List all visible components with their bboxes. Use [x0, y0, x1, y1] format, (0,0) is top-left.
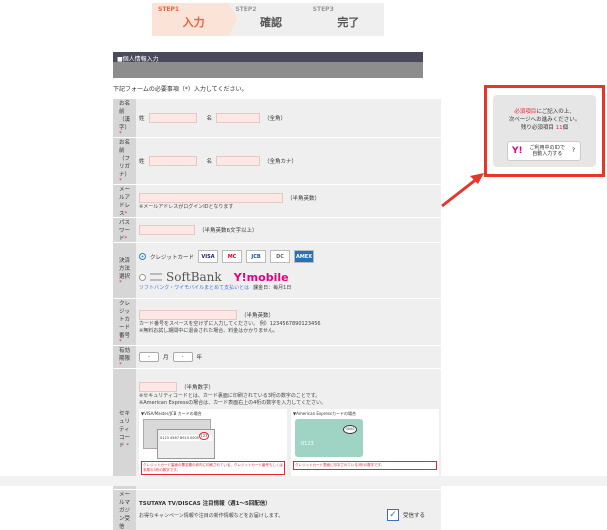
- label-name-kanji: お名前（漢字） *: [113, 99, 136, 138]
- name-kana-mei-input[interactable]: [216, 156, 260, 166]
- expiry-month-suffix: 月: [163, 353, 169, 361]
- help-icon[interactable]: ?: [572, 148, 575, 154]
- amex-code-highlight: 0000: [343, 425, 357, 434]
- guide-visa-title: ▼VISA/Master/JCB カードの場合: [141, 411, 285, 417]
- name-kanji-note: （全角）: [264, 114, 286, 122]
- step-1-label: 入力: [158, 14, 229, 30]
- popup-line3: 残り必須項目: [521, 125, 554, 131]
- guide-amex-title: ▼American Expressカードの場合: [293, 411, 437, 417]
- registration-form: お名前（漢字） * 姓 名 （全角） お名前（フリガナ） * 姓 名 （全角カナ…: [113, 98, 441, 530]
- step-2-num: STEP2: [235, 6, 306, 13]
- bottom-bar: [0, 476, 607, 486]
- newsletter-checkbox[interactable]: ✓: [387, 509, 399, 521]
- step-indicator: STEP1 入力 STEP2 確認 STEP3 完了: [152, 3, 384, 36]
- step-3: STEP3 完了: [307, 3, 384, 36]
- popup-line2: 次ページへお進みください。: [493, 116, 596, 124]
- password-note: （半角英数6文字以上）: [199, 226, 258, 234]
- card-number-input[interactable]: [139, 310, 237, 320]
- arrow-icon: [438, 170, 488, 210]
- password-input[interactable]: [139, 225, 195, 235]
- label-security: セキュリティコード *: [113, 369, 136, 490]
- expiry-year-suffix: 年: [197, 353, 203, 361]
- email-input[interactable]: [139, 193, 283, 203]
- form-notice: 下記フォームの必要事項（*）入力してください。: [113, 84, 247, 93]
- step-1: STEP1 入力: [152, 3, 229, 36]
- amex-number: 0123: [301, 441, 314, 447]
- softbank-link[interactable]: ソフトバンク・ワイモバイルまとめて支払いとは: [139, 284, 249, 291]
- label-newsletter: メールマガジン受信: [113, 490, 136, 530]
- jcb-icon: JCB: [246, 250, 266, 263]
- cvv-highlight: 123: [199, 432, 209, 440]
- guide-visa: ▼VISA/Master/JCB カードの場合 0123 4567 8910 0…: [139, 409, 287, 477]
- step-3-label: 完了: [313, 14, 384, 30]
- newsletter-desc: お得なキャンペーン情報や注目の新作情報などをお届けします。: [139, 512, 299, 519]
- name-kanji-sei-input[interactable]: [149, 113, 197, 123]
- newsletter-title: TSUTAYA TV/DISCAS 注目情報（週1～5回配信）: [139, 499, 439, 507]
- guide-amex: ▼American Expressカードの場合 0123 0000 クレジットカ…: [291, 409, 439, 477]
- sei-label: 姓: [139, 114, 145, 122]
- security-note: （半角数字）: [181, 383, 214, 391]
- popup-count: 11: [556, 125, 563, 131]
- newsletter-check-label: 受信する: [403, 511, 425, 519]
- autofill-popup: 必須項目にご記入の上、 次ページへお進みください。 残り必須項目 11個 Y! …: [493, 95, 596, 167]
- autofill-popup-highlight: 必須項目にご記入の上、 次ページへお進みください。 残り必須項目 11個 Y! …: [484, 85, 605, 177]
- security-code-guide: ▼VISA/Master/JCB カードの場合 0123 4567 8910 0…: [139, 409, 439, 477]
- expiry-year-select[interactable]: -: [173, 352, 193, 362]
- security-code-input[interactable]: [139, 382, 177, 392]
- step-2-label: 確認: [235, 14, 306, 30]
- ymobile-logo: Y!mobile: [234, 271, 289, 284]
- softbank-logo-icon: [150, 273, 162, 281]
- mastercard-icon: MC: [222, 250, 242, 263]
- label-expiry: 有効期限*: [113, 346, 136, 369]
- email-note: （半角英数）: [287, 194, 320, 202]
- step-1-num: STEP1: [158, 6, 229, 13]
- sei-kana-label: 姓: [139, 157, 145, 165]
- visa-icon: VISA: [198, 250, 218, 263]
- diners-icon: DC: [270, 250, 290, 263]
- name-kana-note: （全角カナ）: [264, 157, 297, 165]
- credit-radio[interactable]: [139, 253, 146, 260]
- label-email: メールアドレス*: [113, 185, 136, 218]
- label-name-kana: お名前（フリガナ） *: [113, 138, 136, 185]
- guide-visa-caption: クレジットカード裏面の署名欄の枠内に印刷されている、クレジットカード番号もしくは…: [141, 461, 285, 475]
- label-password: パスワード*: [113, 218, 136, 243]
- security-sub2: ※American Expressの場合は、カード表面右上の4桁の数字を入力して…: [139, 399, 439, 406]
- amex-card-illustration: 0123 0000: [293, 419, 437, 461]
- popup-required-word: 必須項目: [514, 109, 536, 115]
- yahoo-logo-icon: Y!: [512, 148, 523, 154]
- security-sub1: ※セキュリティコードとは、カード裏面に印刷されている3桁の数字のことです。: [139, 392, 439, 399]
- softbank-logo-text: SoftBank: [166, 270, 222, 284]
- yahoo-autofill-button[interactable]: Y! ご利用中のIDで自動入力する ?: [507, 141, 581, 161]
- name-kanji-mei-input[interactable]: [216, 113, 260, 123]
- card-number-sub1: カード番号をスペースを空けずに入力してください。 例）1234567890123…: [139, 320, 439, 327]
- step-2: STEP2 確認: [229, 3, 306, 36]
- ybtn-line2: 自動入力する: [532, 151, 562, 157]
- guide-amex-caption: クレジットカード表面に印字されている3桁の数字です。: [293, 461, 437, 470]
- expiry-month-select[interactable]: -: [139, 352, 159, 362]
- section-subbar: [113, 62, 423, 78]
- credit-label: クレジットカード: [150, 253, 194, 261]
- label-payment: 決済方法選択*: [113, 243, 136, 299]
- section-header: ■個人情報入力: [113, 52, 423, 62]
- popup-unit: 個: [563, 125, 569, 131]
- amex-icon: AMEX: [294, 250, 314, 263]
- softbank-fee: 課金日：毎月1日: [253, 284, 291, 291]
- card-number-sub2: ※無料お試し期間中に退会された場合、料金はかかりません。: [139, 327, 439, 334]
- popup-line1: にご記入の上、: [536, 109, 574, 115]
- step-3-num: STEP3: [313, 6, 384, 13]
- card-back-illustration: 0123 4567 8910 0000 123: [141, 419, 285, 461]
- mei-label: 名: [207, 114, 213, 122]
- email-sub: ※メールアドレスがログインIDとなります: [139, 203, 439, 210]
- softbank-radio[interactable]: [139, 274, 146, 281]
- card-number-note: （半角英数）: [241, 311, 274, 319]
- name-kana-sei-input[interactable]: [149, 156, 197, 166]
- label-card-number: クレジットカード番号*: [113, 299, 136, 346]
- mei-kana-label: 名: [207, 157, 213, 165]
